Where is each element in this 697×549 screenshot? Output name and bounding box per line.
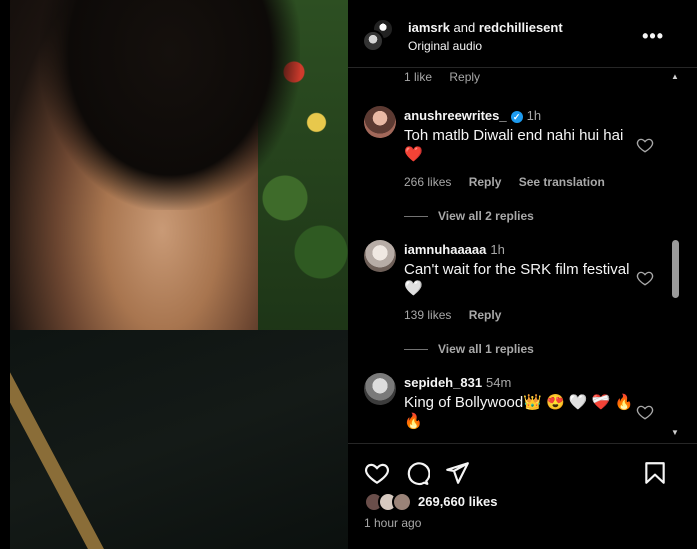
comment-username[interactable]: anushreewrites_ ✓ 1h (404, 108, 541, 123)
comment-text: Can't wait for the SRK film festival 🤍 (404, 261, 630, 297)
author-username-1[interactable]: iamsrk (408, 20, 450, 35)
replies-divider (404, 349, 428, 351)
comment-time: 1h (490, 242, 505, 257)
reply-button[interactable]: Reply (469, 175, 502, 189)
scroll-up-arrow-icon[interactable]: ▲ (671, 72, 679, 81)
see-translation-button[interactable]: See translation (519, 175, 605, 189)
share-icon[interactable] (444, 460, 470, 486)
comment-text: King of Bollywood👑 😍 🤍 ❤️‍🩹 🔥🔥 (404, 394, 634, 430)
comment-time: 54m (486, 375, 512, 390)
avatar[interactable] (364, 373, 396, 405)
comments-scrollbar[interactable]: ▲ ▼ (669, 68, 681, 443)
comment-text: Toh matlb Diwali end nahi hui hai ❤️ (404, 127, 624, 163)
bookmark-icon[interactable] (642, 460, 668, 486)
like-comment-heart-icon[interactable] (636, 269, 654, 287)
like-count[interactable]: 266 likes (404, 175, 451, 189)
replies-divider (404, 216, 428, 218)
post-actions: 269,660 likes 1 hour ago (348, 443, 697, 549)
post-header: iamsrk and redchilliesent Original audio… (348, 0, 697, 68)
avatar (362, 30, 384, 52)
comment-username[interactable]: sepideh_831 54m (404, 375, 511, 390)
author-avatars[interactable] (362, 18, 396, 52)
reply-button[interactable]: Reply (469, 308, 502, 322)
likes-count[interactable]: 269,660 likes (418, 494, 498, 509)
avatar (392, 492, 412, 512)
like-count: 1 like (404, 70, 433, 84)
like-comment-heart-icon[interactable] (636, 403, 654, 421)
audio-label[interactable]: Original audio (408, 39, 482, 53)
portrait-collar (10, 330, 348, 549)
scrollbar-thumb[interactable] (672, 240, 679, 298)
like-comment-heart-icon[interactable] (636, 136, 654, 154)
portrait-hair (40, 0, 300, 210)
verified-badge-icon: ✓ (510, 111, 523, 123)
scroll-down-arrow-icon[interactable]: ▼ (671, 428, 679, 437)
view-replies-button[interactable]: View all 1 replies (404, 342, 534, 356)
comments-list: 1 like Reply anushreewrites_ ✓ 1h Toh matl… (348, 68, 697, 443)
like-count[interactable]: 139 likes (404, 308, 451, 322)
comment-icon[interactable] (404, 460, 430, 486)
author-and: and (453, 20, 476, 35)
comment-time: 1h (526, 108, 542, 123)
avatar[interactable] (364, 240, 396, 272)
post-image[interactable] (10, 0, 348, 549)
comment-meta: 139 likes Reply (404, 308, 515, 322)
prev-comment-meta: 1 like Reply (404, 70, 480, 84)
reply-button[interactable]: Reply (449, 70, 480, 84)
post-side-panel: iamsrk and redchilliesent Original audio… (348, 0, 697, 549)
heart-icon[interactable] (364, 460, 390, 486)
avatar[interactable] (364, 106, 396, 138)
view-replies-button[interactable]: View all 2 replies (404, 209, 534, 223)
more-options-icon[interactable]: ••• (642, 26, 664, 47)
author-username-2[interactable]: redchilliesent (479, 20, 563, 35)
post-timestamp[interactable]: 1 hour ago (364, 516, 421, 530)
comment-username[interactable]: iamnuhaaaaa 1h (404, 242, 505, 257)
post-authors: iamsrk and redchilliesent (408, 20, 563, 35)
comment-meta: 266 likes Reply See translation (404, 175, 619, 189)
